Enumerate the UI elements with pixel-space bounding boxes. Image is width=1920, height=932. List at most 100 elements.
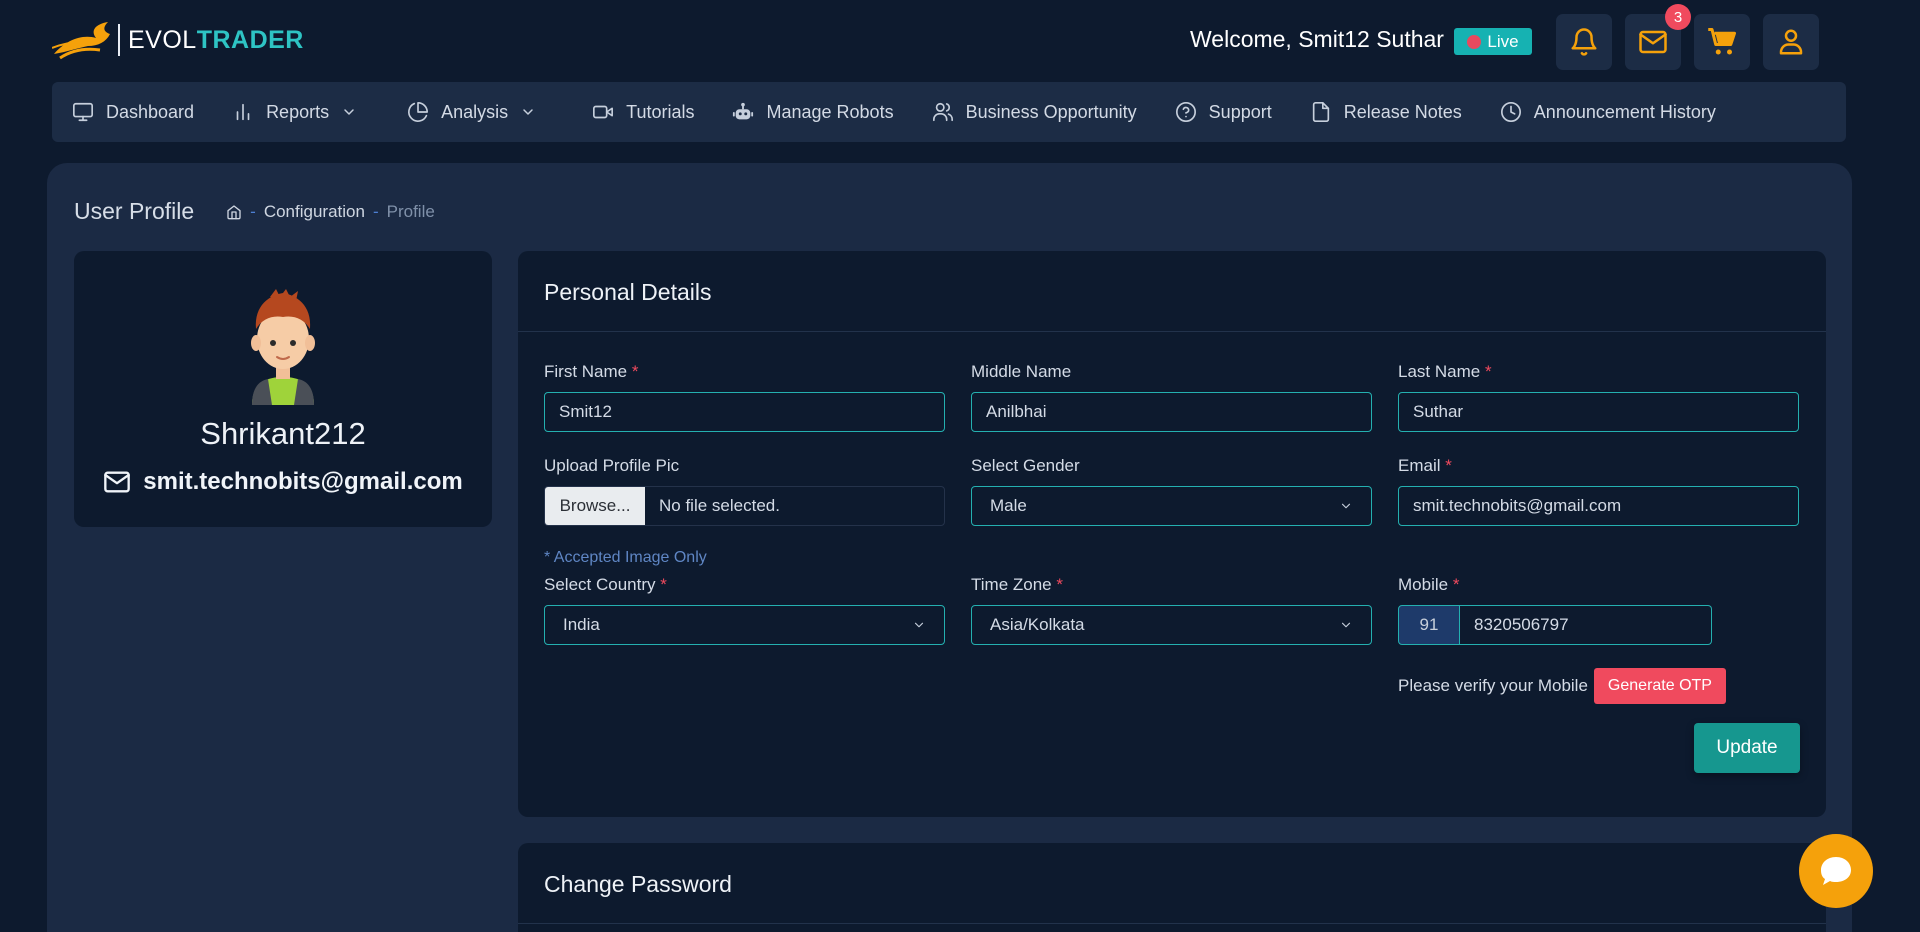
nav-announcement-history[interactable]: Announcement History	[1500, 101, 1716, 123]
chat-widget-button[interactable]	[1799, 834, 1873, 908]
country-label: Select Country *	[544, 575, 945, 595]
cart-button[interactable]	[1694, 14, 1750, 70]
pie-chart-icon	[408, 102, 429, 122]
clock-icon	[1500, 102, 1521, 122]
verify-mobile-row: Please verify your Mobile Generate OTP	[1398, 668, 1726, 704]
middle-name-label: Middle Name	[971, 362, 1072, 381]
brand-name-part1: EVOL	[128, 25, 197, 54]
mail-icon	[104, 471, 131, 493]
live-dot-icon	[1467, 34, 1482, 49]
help-circle-icon	[1175, 102, 1196, 122]
brand-name-part2: TRADER	[196, 25, 304, 54]
first-name-label-text: First Name	[544, 362, 628, 381]
country-label-text: Select Country	[544, 575, 656, 594]
nav-analysis-label: Analysis	[441, 101, 509, 122]
required-marker: *	[1484, 362, 1492, 381]
video-camera-icon	[593, 105, 614, 119]
last-name-label-text: Last Name	[1398, 362, 1481, 381]
home-icon[interactable]	[226, 204, 242, 220]
required-marker: *	[1445, 456, 1452, 475]
nav-reports[interactable]: Reports	[232, 101, 357, 123]
brand-logo[interactable]: EVOLTRADER	[52, 18, 304, 62]
first-name-label: First Name *	[544, 362, 945, 382]
nav-business-opportunity-label: Business Opportunity	[965, 101, 1137, 122]
mobile-label: Mobile *	[1398, 575, 1799, 595]
nav-manage-robots[interactable]: Manage Robots	[732, 101, 894, 123]
breadcrumb: - Configuration - Profile	[226, 202, 435, 222]
live-badge: Live	[1454, 28, 1532, 55]
browse-button[interactable]: Browse...	[545, 487, 645, 525]
middle-name-input[interactable]: Anilbhai	[971, 392, 1372, 432]
chevron-down-icon	[1341, 622, 1351, 628]
bull-logo-icon	[52, 22, 110, 60]
page-title: User Profile	[74, 198, 195, 224]
gender-select[interactable]: Male	[971, 486, 1372, 526]
top-header: EVOLTRADER Welcome, Smit12 Suthar Live 3	[0, 0, 1920, 80]
logo-divider	[118, 24, 120, 56]
chevron-down-icon	[1341, 503, 1351, 509]
nav-dashboard[interactable]: Dashboard	[72, 101, 194, 123]
timezone-value: Asia/Kolkata	[990, 615, 1085, 634]
first-name-field: First Name * Smit12	[544, 362, 945, 432]
email-field: Email * smit.technobits@gmail.com	[1398, 456, 1799, 526]
required-marker: *	[631, 362, 639, 381]
timezone-label: Time Zone *	[971, 575, 1372, 595]
update-button[interactable]: Update	[1694, 723, 1800, 773]
profile-email-row: smit.technobits@gmail.com	[74, 468, 492, 496]
last-name-input[interactable]: Suthar	[1398, 392, 1799, 432]
welcome-text: Welcome, Smit12 Suthar	[1190, 26, 1444, 52]
file-status: No file selected.	[659, 496, 780, 515]
timezone-field: Time Zone * Asia/Kolkata	[971, 575, 1372, 645]
nav-support[interactable]: Support	[1175, 101, 1272, 123]
nav-manage-robots-label: Manage Robots	[766, 101, 894, 122]
email-input[interactable]: smit.technobits@gmail.com	[1398, 486, 1799, 526]
monitor-icon	[73, 102, 93, 122]
live-label: Live	[1487, 31, 1519, 51]
avatar	[251, 289, 315, 405]
breadcrumb-configuration[interactable]: Configuration	[264, 202, 365, 222]
country-field: Select Country * India	[544, 575, 945, 645]
profile-username: Shrikant212	[200, 416, 366, 451]
country-select[interactable]: India	[544, 605, 945, 645]
breadcrumb-separator: -	[372, 201, 379, 221]
user-menu-button[interactable]	[1763, 14, 1819, 70]
mobile-input-group: 91 8320506797	[1398, 605, 1799, 645]
page-header: User Profile - Configuration - Profile	[74, 198, 435, 225]
nav-reports-label: Reports	[266, 101, 330, 122]
nav-tutorials[interactable]: Tutorials	[592, 101, 694, 123]
divider	[518, 331, 1826, 332]
upload-profile-pic-field: Upload Profile Pic Browse... No file sel…	[544, 456, 945, 526]
nav-analysis[interactable]: Analysis	[407, 101, 536, 123]
timezone-select[interactable]: Asia/Kolkata	[971, 605, 1372, 645]
country-code: 91	[1398, 605, 1460, 645]
chevron-down-icon	[523, 109, 533, 115]
divider	[518, 923, 1826, 924]
nav-release-notes[interactable]: Release Notes	[1310, 101, 1462, 123]
breadcrumb-profile: Profile	[386, 201, 435, 221]
nav-announcement-history-label: Announcement History	[1533, 101, 1716, 122]
nav-business-opportunity[interactable]: Business Opportunity	[932, 101, 1137, 123]
notifications-button[interactable]	[1556, 14, 1612, 70]
profile-pic-file-input[interactable]: Browse... No file selected.	[544, 486, 945, 526]
last-name-label: Last Name *	[1398, 362, 1799, 382]
personal-details-card: Personal Details First Name * Smit12 Mid…	[518, 251, 1826, 817]
mobile-input[interactable]: 8320506797	[1460, 605, 1712, 645]
brand-name: EVOLTRADER	[128, 26, 304, 55]
middle-name-field: Middle Name Anilbhai	[971, 362, 1372, 432]
mobile-label-text: Mobile	[1398, 575, 1449, 594]
email-label: Email *	[1398, 456, 1799, 476]
chat-bubble-icon	[1821, 857, 1851, 885]
nav-support-label: Support	[1208, 101, 1272, 122]
last-name-field: Last Name * Suthar	[1398, 362, 1799, 432]
country-value: India	[563, 615, 600, 634]
generate-otp-button[interactable]: Generate OTP	[1593, 668, 1726, 704]
bell-icon	[1571, 28, 1597, 56]
change-password-title: Change Password	[544, 871, 732, 897]
accepted-image-note: * Accepted Image Only	[544, 549, 707, 566]
messages-button[interactable]: 3	[1625, 4, 1691, 70]
robot-icon	[733, 102, 754, 120]
change-password-card: Change Password	[518, 843, 1826, 932]
document-icon	[1312, 102, 1329, 122]
mobile-field: Mobile * 91 8320506797	[1398, 575, 1799, 645]
first-name-input[interactable]: Smit12	[544, 392, 945, 432]
